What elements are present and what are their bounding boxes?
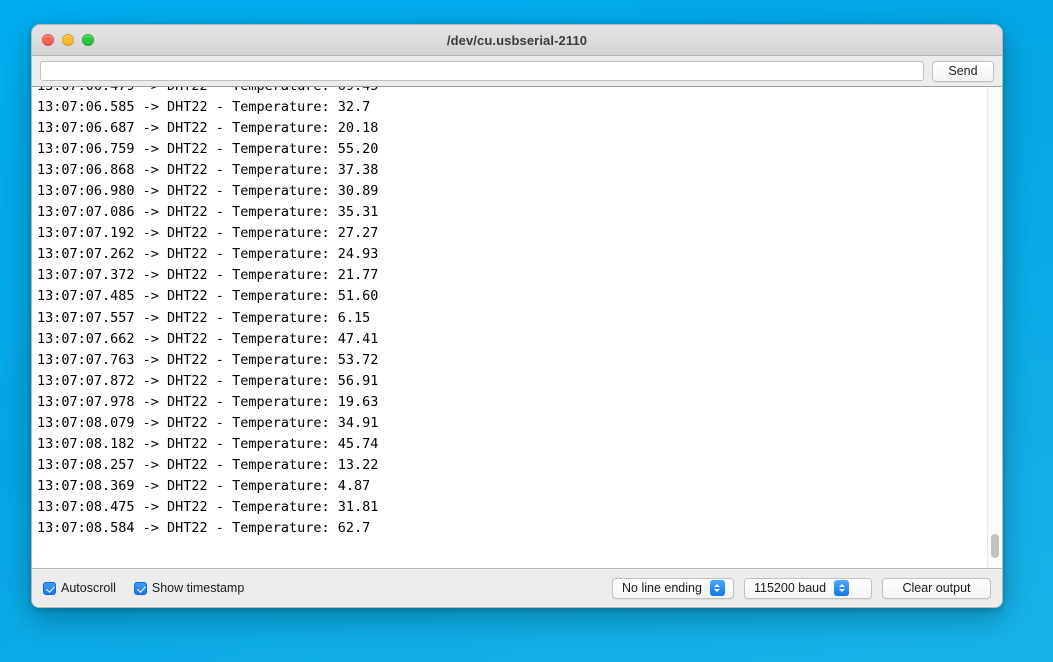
serial-log-line: 13:07:07.485 -> DHT22 - Temperature: 51.… — [37, 288, 379, 305]
serial-output-area[interactable]: 13:07:06.479 -> DHT22 - Temperature: 69.… — [32, 86, 1002, 569]
serial-log-line: 13:07:06.980 -> DHT22 - Temperature: 30.… — [37, 183, 379, 200]
show-timestamp-checkbox[interactable] — [133, 581, 147, 595]
serial-log-line: 13:07:07.662 -> DHT22 - Temperature: 47.… — [37, 330, 379, 347]
serial-log-line: 13:07:06.585 -> DHT22 - Temperature: 32.… — [37, 99, 371, 116]
serial-log-line: 13:07:06.687 -> DHT22 - Temperature: 20.… — [37, 120, 379, 137]
serial-log-line: 13:07:06.759 -> DHT22 - Temperature: 55.… — [37, 141, 379, 158]
window-titlebar: /dev/cu.usbserial-2110 — [32, 25, 1002, 56]
close-button-icon[interactable] — [42, 34, 54, 46]
serial-log-line: 13:07:08.369 -> DHT22 - Temperature: 4.8… — [37, 477, 371, 494]
serial-log-line: 13:07:08.584 -> DHT22 - Temperature: 62.… — [37, 519, 371, 536]
clear-output-button[interactable]: Clear output — [882, 577, 991, 599]
line-ending-value: No line ending — [622, 581, 702, 595]
autoscroll-label: Autoscroll — [61, 581, 116, 595]
vertical-scrollbar-thumb[interactable] — [991, 534, 999, 558]
window-title: /dev/cu.usbserial-2110 — [446, 32, 588, 48]
line-ending-select[interactable]: No line ending — [612, 577, 734, 599]
minimize-button-icon[interactable] — [62, 34, 74, 46]
chevron-updown-icon — [709, 580, 725, 596]
serial-log-line: 13:07:07.978 -> DHT22 - Temperature: 19.… — [37, 393, 379, 410]
send-button[interactable]: Send — [932, 60, 994, 82]
serial-log-line: 13:07:08.079 -> DHT22 - Temperature: 34.… — [37, 414, 379, 431]
serial-log-line: 13:07:08.257 -> DHT22 - Temperature: 13.… — [37, 456, 379, 473]
serial-monitor-window: /dev/cu.usbserial-2110 Send 13:07:06.479… — [31, 24, 1003, 608]
serial-log-line: 13:07:07.262 -> DHT22 - Temperature: 24.… — [37, 246, 379, 263]
chevron-updown-icon — [834, 580, 850, 596]
serial-log-line: 13:07:07.872 -> DHT22 - Temperature: 56.… — [37, 372, 379, 389]
serial-log-line: 13:07:07.763 -> DHT22 - Temperature: 53.… — [37, 351, 379, 368]
serial-log-line: 13:07:07.086 -> DHT22 - Temperature: 35.… — [37, 204, 379, 221]
vertical-scrollbar-track[interactable] — [987, 87, 1002, 568]
zoom-button-icon[interactable] — [82, 34, 94, 46]
baud-rate-value: 115200 baud — [754, 581, 827, 595]
serial-log-line: 13:07:08.182 -> DHT22 - Temperature: 45.… — [37, 435, 379, 452]
autoscroll-checkbox[interactable] — [43, 581, 56, 595]
traffic-light-group — [32, 34, 94, 46]
baud-rate-select[interactable]: 115200 baud — [744, 577, 872, 599]
serial-log-lines: 13:07:06.479 -> DHT22 - Temperature: 69.… — [32, 86, 986, 539]
send-row: Send — [32, 56, 1002, 86]
serial-log-line: 13:07:06.479 -> DHT22 - Temperature: 69.… — [37, 86, 379, 94]
serial-log-line: 13:07:07.557 -> DHT22 - Temperature: 6.1… — [37, 309, 371, 326]
show-timestamp-checkbox-group[interactable]: Show timestamp — [133, 581, 245, 595]
serial-log-line: 13:07:06.868 -> DHT22 - Temperature: 37.… — [37, 162, 379, 179]
serial-log-line: 13:07:07.372 -> DHT22 - Temperature: 21.… — [37, 267, 379, 284]
send-input[interactable] — [40, 61, 924, 81]
serial-log-line: 13:07:08.475 -> DHT22 - Temperature: 31.… — [37, 498, 379, 515]
autoscroll-checkbox-group[interactable]: Autoscroll — [43, 581, 116, 595]
show-timestamp-label: Show timestamp — [151, 581, 245, 595]
bottom-toolbar: Autoscroll Show timestamp No line ending… — [32, 569, 1002, 607]
serial-log-line: 13:07:07.192 -> DHT22 - Temperature: 27.… — [37, 225, 379, 242]
